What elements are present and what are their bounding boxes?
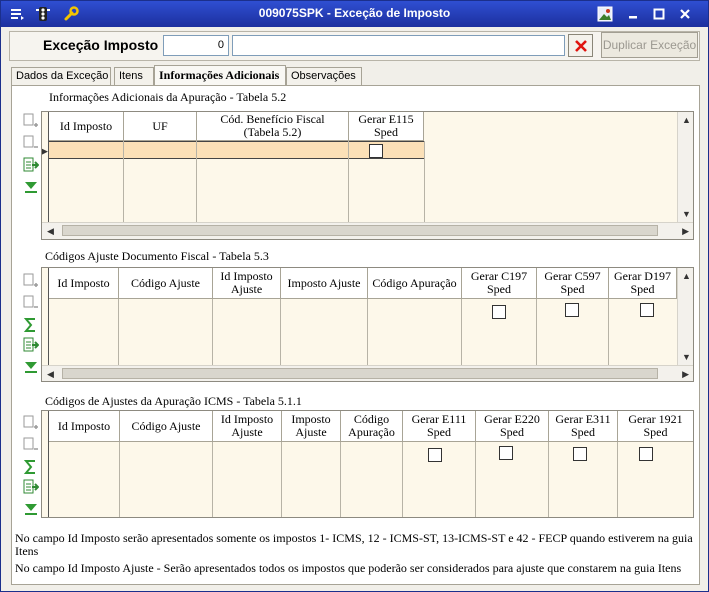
- col-id-imposto[interactable]: Id Imposto: [49, 112, 124, 141]
- col-cod-beneficio[interactable]: Cód. Benefício Fiscal (Tabela 5.2): [197, 112, 349, 141]
- col-id-imposto-ajuste[interactable]: Id Imposto Ajuste: [213, 268, 281, 299]
- tab-dados-excecao[interactable]: Dados da Exceção: [11, 67, 111, 86]
- horizontal-scrollbar[interactable]: ◀ ▶: [42, 222, 693, 239]
- tab-itens[interactable]: Itens: [114, 67, 154, 86]
- row-pointer-icon: ▶: [41, 146, 48, 156]
- remove-row-icon[interactable]: [23, 135, 39, 151]
- col-codigo-ajuste[interactable]: Código Ajuste: [120, 411, 213, 442]
- gerar-d197-checkbox[interactable]: [640, 303, 654, 317]
- export-icon[interactable]: [23, 337, 40, 353]
- minimize-button[interactable]: [623, 5, 643, 23]
- gerar-e220-checkbox[interactable]: [499, 446, 513, 460]
- col-id-imposto[interactable]: Id Imposto: [49, 268, 119, 299]
- exception-label: Exceção Imposto: [43, 37, 159, 53]
- sum-icon[interactable]: [23, 459, 39, 475]
- col-gerar-e111[interactable]: Gerar E111 Sped: [403, 411, 476, 442]
- remove-row-icon[interactable]: [23, 437, 39, 453]
- section1-title: Informações Adicionais da Apuração - Tab…: [49, 90, 287, 104]
- exception-description-input[interactable]: [232, 35, 565, 56]
- vertical-scrollbar[interactable]: ▲ ▼: [677, 112, 693, 222]
- col-imposto-ajuste[interactable]: Imposto Ajuste: [281, 268, 368, 299]
- section2-title: Códigos Ajuste Documento Fiscal - Tabela…: [45, 249, 269, 263]
- maximize-button[interactable]: [649, 5, 669, 23]
- selected-row[interactable]: [49, 141, 424, 159]
- col-gerar-e115[interactable]: Gerar E115 Sped: [349, 112, 424, 141]
- col-codigo-apuracao[interactable]: Código Apuração: [341, 411, 403, 442]
- vertical-scrollbar[interactable]: ▲ ▼: [677, 268, 693, 365]
- gerar-e311-checkbox[interactable]: [573, 447, 587, 461]
- col-id-imposto-ajuste[interactable]: Id Imposto Ajuste: [213, 411, 282, 442]
- grid-section3[interactable]: Id Imposto Código Ajuste Id Imposto Ajust…: [41, 410, 694, 518]
- col-gerar-d197[interactable]: Gerar D197 Sped: [609, 268, 677, 299]
- tab-observacoes[interactable]: Observações: [286, 67, 362, 86]
- wrench-icon[interactable]: [63, 6, 79, 22]
- sum-icon[interactable]: [23, 317, 39, 333]
- col-codigo-apuracao[interactable]: Código Apuração: [368, 268, 462, 299]
- gerar-e115-checkbox[interactable]: [369, 144, 383, 158]
- close-button[interactable]: [675, 5, 695, 23]
- gerar-c597-checkbox[interactable]: [565, 303, 579, 317]
- col-gerar-1921[interactable]: Gerar 1921 Sped: [618, 411, 693, 442]
- export-icon[interactable]: [23, 157, 40, 173]
- add-row-icon[interactable]: [23, 273, 39, 289]
- col-gerar-c197[interactable]: Gerar C197 Sped: [462, 268, 537, 299]
- filter-icon[interactable]: [23, 179, 39, 195]
- duplicate-button[interactable]: Duplicar Exceção: [601, 32, 698, 58]
- picture-icon[interactable]: [595, 5, 615, 23]
- col-gerar-e311[interactable]: Gerar E311 Sped: [549, 411, 618, 442]
- horizontal-scrollbar[interactable]: ◀ ▶: [42, 365, 693, 381]
- grid-section1[interactable]: Id Imposto UF Cód. Benefício Fiscal (Tabe…: [41, 111, 694, 240]
- menu-icon[interactable]: [9, 6, 25, 22]
- add-row-icon[interactable]: [23, 113, 39, 129]
- add-row-icon[interactable]: [23, 415, 39, 431]
- window-title: 009075SPK - Exceção de Imposto: [258, 6, 451, 20]
- gerar-e111-checkbox[interactable]: [428, 448, 442, 462]
- close-icon: [574, 39, 587, 52]
- gerar-c197-checkbox[interactable]: [492, 305, 506, 319]
- filter-icon[interactable]: [23, 359, 39, 375]
- tab-informacoes-adicionais[interactable]: Informações Adicionais: [154, 65, 286, 86]
- export-icon[interactable]: [23, 479, 40, 495]
- col-codigo-ajuste[interactable]: Código Ajuste: [119, 268, 213, 299]
- traffic-light-icon[interactable]: [35, 6, 51, 22]
- title-bar: 009075SPK - Exceção de Imposto: [1, 1, 708, 27]
- col-uf[interactable]: UF: [124, 112, 197, 141]
- filter-icon[interactable]: [23, 501, 39, 517]
- exception-code-input[interactable]: 0: [163, 35, 229, 56]
- col-imposto-ajuste[interactable]: Imposto Ajuste: [282, 411, 341, 442]
- grid-section2[interactable]: Id Imposto Código Ajuste Id Imposto Ajust…: [41, 267, 694, 382]
- section3-title: Códigos de Ajustes da Apuração ICMS - Ta…: [45, 394, 302, 408]
- col-gerar-c597[interactable]: Gerar C597 Sped: [537, 268, 609, 299]
- note-id-imposto-ajuste: No campo Id Imposto Ajuste - Serão apres…: [15, 561, 682, 575]
- col-gerar-e220[interactable]: Gerar E220 Sped: [476, 411, 549, 442]
- clear-button[interactable]: [568, 34, 593, 57]
- remove-row-icon[interactable]: [23, 295, 39, 311]
- app-window: 009075SPK - Exceção de Imposto Exceção I…: [0, 0, 709, 592]
- note-id-imposto: No campo Id Imposto serão apresentados s…: [15, 531, 693, 558]
- col-id-imposto[interactable]: Id Imposto: [49, 411, 120, 442]
- gerar-1921-checkbox[interactable]: [639, 447, 653, 461]
